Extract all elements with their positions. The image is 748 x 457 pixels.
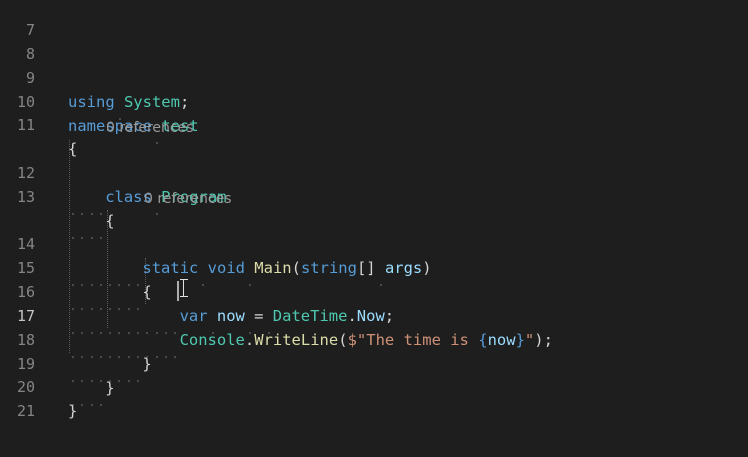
code-line[interactable]: 9 using System; [0,42,748,120]
ibeam-top [180,279,188,280]
code-line[interactable]: 12 class Program [0,137,748,215]
code-line[interactable]: 10 namespace test [0,66,748,144]
code-line[interactable]: 8 [0,18,748,63]
code-line[interactable]: 14 static void Main(string[] args) [0,208,748,286]
line-number: 13 [16,188,35,206]
ibeam-bottom [180,296,188,297]
code-line[interactable]: 21 [0,375,748,420]
code-line[interactable]: 15 { [0,232,748,310]
code-line[interactable]: 13 { [0,161,748,239]
text-caret [177,281,179,301]
code-line[interactable]: 19 } [0,328,748,406]
code-line[interactable]: 18 } [0,304,748,382]
code-line[interactable]: 20 } [0,351,748,420]
brace-token: } [68,402,78,420]
code-line[interactable]: 16 var now = DateTime.Now; [0,256,748,334]
codelens-references[interactable]: 0 references [106,118,194,138]
code-editor[interactable]: 7 8 9 using System; 10 namespace test 11 {… [0,0,748,457]
code-line-current[interactable]: 17 Console.WriteLine($"The time is {now}… [0,280,748,358]
line-number: 11 [16,116,35,134]
line-number: 21 [16,402,35,420]
code-line[interactable]: 7 [0,0,748,39]
ibeam-stem [183,280,184,296]
codelens-references[interactable]: 0 references [144,189,232,209]
code-text: } [68,399,77,423]
code-line[interactable]: 11 { [0,89,748,158]
ibeam-cursor-icon [180,278,188,298]
